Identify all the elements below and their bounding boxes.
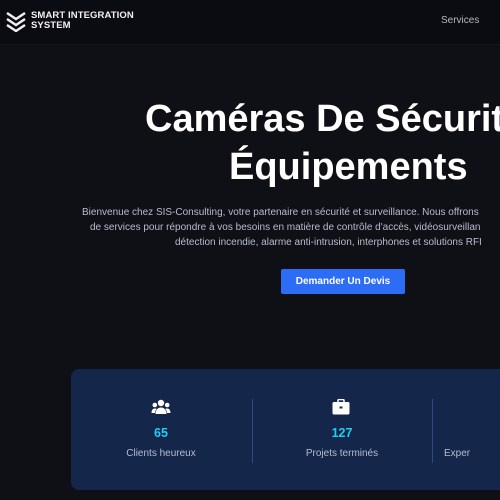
stat-label: Projets terminés — [305, 448, 379, 459]
chevron-stack-icon — [6, 12, 26, 32]
hero-title-line-1: Caméras De Sécurité — [145, 98, 500, 140]
briefcase-icon — [332, 399, 350, 415]
hero-description-line-2: de services pour répondre à vos besoins … — [90, 222, 481, 233]
hero-title-line-2: Équipements — [229, 146, 468, 188]
stat-value: 65 — [154, 426, 168, 440]
stat-experience: Exper — [433, 369, 500, 490]
stat-label: Exper — [444, 448, 471, 459]
users-icon — [151, 399, 171, 414]
stat-label: Clients heureux — [126, 448, 196, 459]
brand-logo[interactable]: SMART INTEGRATION SYSTEM — [6, 10, 134, 32]
request-quote-button[interactable]: Demander Un Devis — [281, 269, 405, 294]
hero-description-line-1: Bienvenue chez SIS-Consulting, votre par… — [82, 207, 479, 218]
top-navbar: SMART INTEGRATION SYSTEM Services — [0, 0, 500, 45]
stats-panel: 65 Clients heureux 127 Projets terminés … — [71, 369, 500, 490]
nav-link-services[interactable]: Services — [441, 15, 479, 26]
brand-line-2: SYSTEM — [31, 20, 71, 31]
hero-title: Caméras De Sécurité Équipements — [145, 95, 500, 191]
hero-description-line-3: détection incendie, alarme anti-intrusio… — [175, 237, 482, 248]
brand-name: SMART INTEGRATION SYSTEM — [31, 11, 134, 31]
hero-description: Bienvenue chez SIS-Consulting, votre par… — [62, 205, 500, 250]
stat-happy-clients: 65 Clients heureux — [71, 369, 251, 490]
stat-projects-done: 127 Projets terminés — [252, 369, 432, 490]
stat-value: 127 — [331, 426, 353, 440]
